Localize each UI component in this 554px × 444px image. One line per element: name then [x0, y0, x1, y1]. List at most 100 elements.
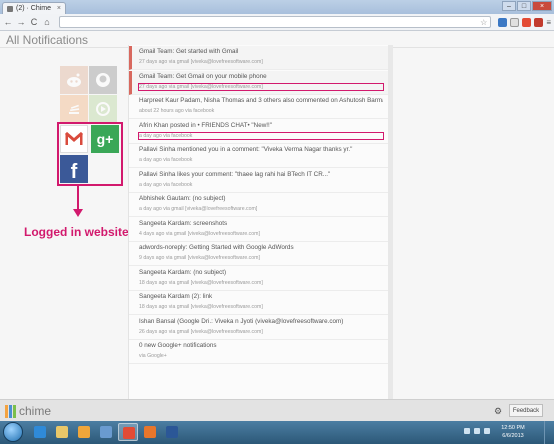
- notification-meta: 18 days ago via gmail [viveka@lovefreeso…: [139, 279, 263, 286]
- chime-extension-icon[interactable]: [522, 17, 532, 27]
- clock[interactable]: 12:50 PM 6/6/2013: [498, 424, 528, 440]
- internet-explorer-icon: [34, 426, 46, 438]
- extension-icon-2[interactable]: [510, 17, 520, 27]
- start-button[interactable]: [3, 422, 23, 442]
- notification-item[interactable]: Gmail Team: Get Gmail on your mobile pho…: [129, 70, 391, 95]
- show-desktop-button[interactable]: [544, 421, 554, 444]
- notification-text: adwords-noreply: Getting Started with Go…: [139, 244, 294, 251]
- feedback-button[interactable]: Feedback: [509, 404, 543, 417]
- notification-meta: a day ago via gmail [viveka@lovefreesoft…: [139, 206, 258, 212]
- reddit-icon[interactable]: [60, 66, 88, 94]
- window-controls: – □ ×: [502, 1, 552, 11]
- app-name: chime: [19, 404, 52, 418]
- bookmark-star-icon[interactable]: ☆: [480, 18, 487, 27]
- home-icon[interactable]: ⌂: [42, 17, 52, 27]
- notification-text: Gmail Team: Get started with Gmail: [139, 48, 239, 55]
- back-icon[interactable]: ←: [3, 17, 13, 27]
- notification-item[interactable]: Pallavi Sinha likes your comment: "thaee…: [129, 169, 391, 193]
- paint-icon: [100, 426, 112, 438]
- notification-text: Sangeeta Kardam: screenshots: [139, 219, 228, 227]
- chime-page: All Notifications g+ f Logged in website…: [0, 31, 554, 399]
- taskbar-file-explorer-button[interactable]: [52, 423, 72, 441]
- notification-meta: 27 days ago via gmail [viveka@lovefreeso…: [138, 82, 384, 91]
- notification-item[interactable]: Sangeeta Kardam: (no subject) 18 days ago…: [129, 267, 391, 291]
- notification-item[interactable]: Gmail Team: Get started with Gmail 27 day…: [129, 46, 391, 70]
- taskbar-chrome-button[interactable]: [118, 423, 138, 441]
- notification-text: Abhishek Gautam: (no subject): [139, 195, 226, 202]
- notification-text: Gmail Team: Get Gmail on your mobile pho…: [139, 72, 267, 80]
- notification-item[interactable]: Sangeeta Kardam: screenshots 4 days ago v…: [129, 218, 391, 242]
- notification-meta: a day ago via facebook: [139, 157, 193, 163]
- maximize-button[interactable]: □: [517, 1, 531, 11]
- page-title: All Notifications: [6, 33, 89, 47]
- address-bar[interactable]: ☆: [59, 16, 492, 28]
- notification-meta: 27 days ago via gmail [viveka@lovefreeso…: [139, 59, 263, 65]
- notification-item[interactable]: Abhishek Gautam: (no subject) a day ago v…: [129, 193, 391, 217]
- taskbar-word-button[interactable]: [162, 423, 182, 441]
- stackoverflow-icon[interactable]: [60, 95, 88, 123]
- taskbar-paint-button[interactable]: [96, 423, 116, 441]
- notification-text: Pallavi Sinha mentioned you in a comment…: [139, 146, 353, 153]
- notification-meta: via Google+: [139, 353, 167, 359]
- notification-meta: a day ago via facebook: [139, 181, 193, 188]
- clock-time: 12:50 PM: [501, 425, 525, 431]
- reload-icon[interactable]: C: [29, 17, 39, 27]
- notification-text: Sangeeta Kardam: (no subject): [139, 268, 227, 276]
- media-player-icon: [78, 426, 90, 438]
- system-tray: [464, 428, 490, 434]
- taskbar-firefox-button[interactable]: [140, 423, 160, 441]
- notification-list: Gmail Team: Get started with Gmail 27 day…: [128, 45, 392, 399]
- notification-meta: a day ago via facebook: [138, 131, 384, 140]
- extension-icon-4[interactable]: [534, 17, 544, 27]
- vine-icon[interactable]: [89, 95, 117, 123]
- notification-item[interactable]: Sangeeta Kardam (2): link 18 days ago via…: [129, 291, 391, 315]
- callout-arrow: [77, 186, 79, 210]
- notification-text: Harpreet Kaur Padam, Nisha Thomas and 3 …: [139, 97, 383, 104]
- notification-meta: about 22 hours ago via facebook: [139, 108, 215, 114]
- browser-tab[interactable]: (2) · Chime ×: [2, 2, 66, 14]
- tray-network-icon[interactable]: [474, 428, 480, 434]
- notification-item[interactable]: Harpreet Kaur Padam, Nisha Thomas and 3 …: [129, 95, 391, 119]
- notification-meta: 9 days ago via gmail [viveka@lovefreesof…: [139, 255, 260, 261]
- list-scrollbar[interactable]: [388, 45, 393, 399]
- minimize-button[interactable]: –: [502, 1, 516, 11]
- chrome-menu-icon[interactable]: ≡: [546, 18, 551, 27]
- close-window-button[interactable]: ×: [532, 1, 552, 11]
- notification-meta: 4 days ago via gmail [viveka@lovefreesof…: [139, 230, 260, 237]
- notification-item[interactable]: 0 new Google+ notifications via Google+: [129, 340, 391, 364]
- gmail-icon[interactable]: [60, 125, 88, 153]
- notification-text: 0 new Google+ notifications: [139, 342, 217, 349]
- windows-taskbar: 12:50 PM 6/6/2013: [0, 421, 554, 444]
- file-explorer-icon: [56, 426, 68, 438]
- chrome-icon: [123, 427, 135, 439]
- notification-text: Pallavi Sinha likes your comment: "thaee…: [139, 170, 331, 178]
- chime-logo-icon: [5, 404, 16, 418]
- notification-meta: 26 days ago via gmail [viveka@lovefreeso…: [139, 328, 263, 335]
- notification-item[interactable]: Pallavi Sinha mentioned you in a comment…: [129, 144, 391, 168]
- notification-item[interactable]: Ishan Bansal (Google Dri.: Viveka n Jyot…: [129, 316, 391, 340]
- tab-favicon-icon: [7, 5, 13, 12]
- extension-icon-1[interactable]: [498, 17, 508, 27]
- forward-icon[interactable]: →: [16, 17, 26, 27]
- notification-meta: 18 days ago via gmail [viveka@lovefreeso…: [139, 304, 263, 310]
- browser-window: (2) · Chime × – □ × ← → C ⌂ ☆ ≡ All Noti…: [0, 0, 554, 444]
- settings-gear-icon[interactable]: ⚙: [494, 406, 502, 417]
- chime-logo: chime: [5, 404, 51, 418]
- tab-close-icon[interactable]: ×: [57, 5, 61, 12]
- firefox-icon: [144, 426, 156, 438]
- taskbar-internet-explorer-button[interactable]: [30, 423, 50, 441]
- taskbar-media-player-button[interactable]: [74, 423, 94, 441]
- callout-label: Logged in websites: [24, 225, 136, 239]
- word-icon: [166, 426, 178, 438]
- tray-volume-icon[interactable]: [484, 428, 490, 434]
- facebook-icon[interactable]: f: [60, 155, 88, 183]
- notification-text: Sangeeta Kardam (2): link: [139, 293, 213, 300]
- notification-item[interactable]: adwords-noreply: Getting Started with Go…: [129, 242, 391, 266]
- github-icon[interactable]: [89, 66, 117, 94]
- notification-text: Ishan Bansal (Google Dri.: Viveka n Jyot…: [139, 317, 344, 325]
- notification-item[interactable]: Afrin Khan posted in • FRIENDS CHAT• "Ne…: [129, 120, 391, 144]
- notification-text: Afrin Khan posted in • FRIENDS CHAT• "Ne…: [139, 121, 272, 129]
- callout-arrow-head: [73, 209, 83, 217]
- google-plus-icon[interactable]: g+: [91, 125, 119, 153]
- tray-flag-icon[interactable]: [464, 428, 470, 434]
